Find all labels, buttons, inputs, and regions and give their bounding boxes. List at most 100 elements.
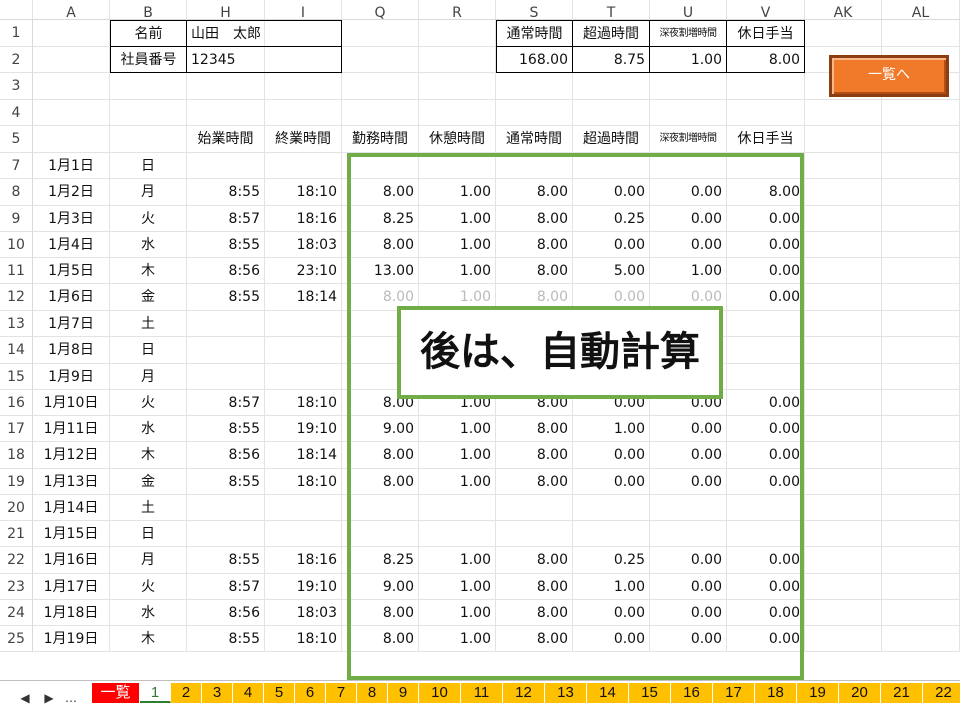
time-cell-night[interactable]: 0.00 [650, 547, 727, 574]
cell[interactable] [110, 73, 187, 100]
time-cell-start[interactable]: 8:55 [187, 547, 265, 574]
cell[interactable] [882, 626, 960, 652]
cell[interactable] [805, 20, 882, 47]
time-cell-end[interactable]: 19:10 [265, 416, 342, 442]
time-cell-holiday[interactable]: 0.00 [727, 600, 805, 626]
sheet-tab-3[interactable]: 3 [202, 683, 233, 703]
weekday-cell[interactable]: 木 [110, 258, 187, 284]
time-cell-over[interactable]: 0.00 [573, 179, 650, 206]
date-cell[interactable]: 1月19日 [33, 626, 110, 652]
time-cell-night[interactable]: 0.00 [650, 179, 727, 206]
time-cell-end[interactable] [265, 495, 342, 521]
time-cell-end[interactable]: 18:14 [265, 442, 342, 469]
time-cell-over[interactable]: 0.00 [573, 232, 650, 258]
time-cell-over[interactable] [573, 495, 650, 521]
time-cell-work[interactable]: 8.25 [342, 547, 419, 574]
cell[interactable] [882, 153, 960, 179]
sheet-tab-list[interactable]: 一覧 [92, 683, 140, 703]
time-cell-night[interactable]: 0.00 [650, 232, 727, 258]
time-cell-normal[interactable]: 8.00 [496, 179, 573, 206]
time-cell-holiday[interactable] [727, 521, 805, 547]
weekday-cell[interactable]: 火 [110, 574, 187, 600]
cell[interactable] [265, 73, 342, 100]
row-header-7[interactable]: 7 [0, 153, 33, 179]
time-cell-holiday[interactable] [727, 153, 805, 179]
table-header-cell[interactable]: 終業時間 [265, 126, 342, 153]
cell[interactable] [187, 73, 265, 100]
time-cell-rest[interactable]: 1.00 [419, 258, 496, 284]
row-header-25[interactable]: 25 [0, 626, 33, 652]
cell[interactable] [187, 100, 265, 126]
time-cell-work[interactable] [342, 495, 419, 521]
cell[interactable] [805, 258, 882, 284]
time-cell-end[interactable] [265, 337, 342, 364]
column-header-U[interactable]: U [650, 0, 727, 20]
cell[interactable] [805, 600, 882, 626]
cell[interactable] [805, 547, 882, 574]
row-header-3[interactable]: 3 [0, 73, 33, 100]
sheet-tab-10[interactable]: 10 [419, 683, 461, 703]
summary-value-cell[interactable]: 8.00 [727, 47, 805, 73]
cell[interactable] [342, 73, 419, 100]
column-header-B[interactable]: B [110, 0, 187, 20]
cell[interactable] [496, 100, 573, 126]
time-cell-normal[interactable]: 8.00 [496, 258, 573, 284]
name-label-cell[interactable]: 名前 [110, 20, 187, 47]
cell[interactable] [882, 232, 960, 258]
date-cell[interactable]: 1月3日 [33, 206, 110, 232]
weekday-cell[interactable]: 月 [110, 364, 187, 390]
go-to-list-button[interactable]: 一覧へ [829, 55, 949, 97]
cell[interactable] [342, 100, 419, 126]
time-cell-start[interactable]: 8:55 [187, 179, 265, 206]
time-cell-end[interactable]: 18:16 [265, 547, 342, 574]
cell[interactable] [419, 73, 496, 100]
time-cell-over[interactable]: 1.00 [573, 416, 650, 442]
summary-label-cell[interactable]: 深夜割増時間 [650, 20, 727, 47]
time-cell-rest[interactable]: 1.00 [419, 206, 496, 232]
sheet-tab-1[interactable]: 1 [140, 683, 171, 703]
time-cell-over[interactable]: 1.00 [573, 574, 650, 600]
weekday-cell[interactable]: 木 [110, 442, 187, 469]
cell[interactable] [882, 390, 960, 416]
row-header-2[interactable]: 2 [0, 47, 33, 73]
summary-label-cell[interactable]: 超過時間 [573, 20, 650, 47]
time-cell-normal[interactable]: 8.00 [496, 547, 573, 574]
time-cell-holiday[interactable] [727, 337, 805, 364]
time-cell-end[interactable]: 19:10 [265, 574, 342, 600]
time-cell-holiday[interactable]: 0.00 [727, 626, 805, 652]
cell[interactable] [882, 206, 960, 232]
date-cell[interactable]: 1月5日 [33, 258, 110, 284]
summary-value-cell[interactable]: 8.75 [573, 47, 650, 73]
time-cell-holiday[interactable]: 0.00 [727, 416, 805, 442]
time-cell-rest[interactable]: 1.00 [419, 600, 496, 626]
time-cell-work[interactable]: 8.00 [342, 626, 419, 652]
time-cell-end[interactable]: 23:10 [265, 258, 342, 284]
row-header-8[interactable]: 8 [0, 179, 33, 206]
cell[interactable] [805, 284, 882, 311]
time-cell-start[interactable]: 8:55 [187, 232, 265, 258]
cell[interactable] [882, 469, 960, 495]
date-cell[interactable]: 1月17日 [33, 574, 110, 600]
time-cell-rest[interactable]: 1.00 [419, 416, 496, 442]
cell[interactable] [110, 126, 187, 153]
cell[interactable] [805, 495, 882, 521]
time-cell-start[interactable]: 8:57 [187, 206, 265, 232]
table-header-cell[interactable]: 深夜割増時間 [650, 126, 727, 153]
cell[interactable] [882, 100, 960, 126]
cell[interactable] [882, 179, 960, 206]
cell[interactable] [33, 126, 110, 153]
column-header-T[interactable]: T [573, 0, 650, 20]
time-cell-night[interactable] [650, 153, 727, 179]
weekday-cell[interactable]: 土 [110, 495, 187, 521]
row-header-13[interactable]: 13 [0, 311, 33, 337]
column-header-I[interactable]: I [265, 0, 342, 20]
time-cell-over[interactable]: 0.00 [573, 442, 650, 469]
row-header-17[interactable]: 17 [0, 416, 33, 442]
time-cell-holiday[interactable] [727, 311, 805, 337]
cell[interactable] [727, 100, 805, 126]
time-cell-start[interactable] [187, 521, 265, 547]
time-cell-end[interactable]: 18:10 [265, 390, 342, 416]
cell[interactable] [882, 337, 960, 364]
sheet-tab-5[interactable]: 5 [264, 683, 295, 703]
time-cell-start[interactable] [187, 495, 265, 521]
